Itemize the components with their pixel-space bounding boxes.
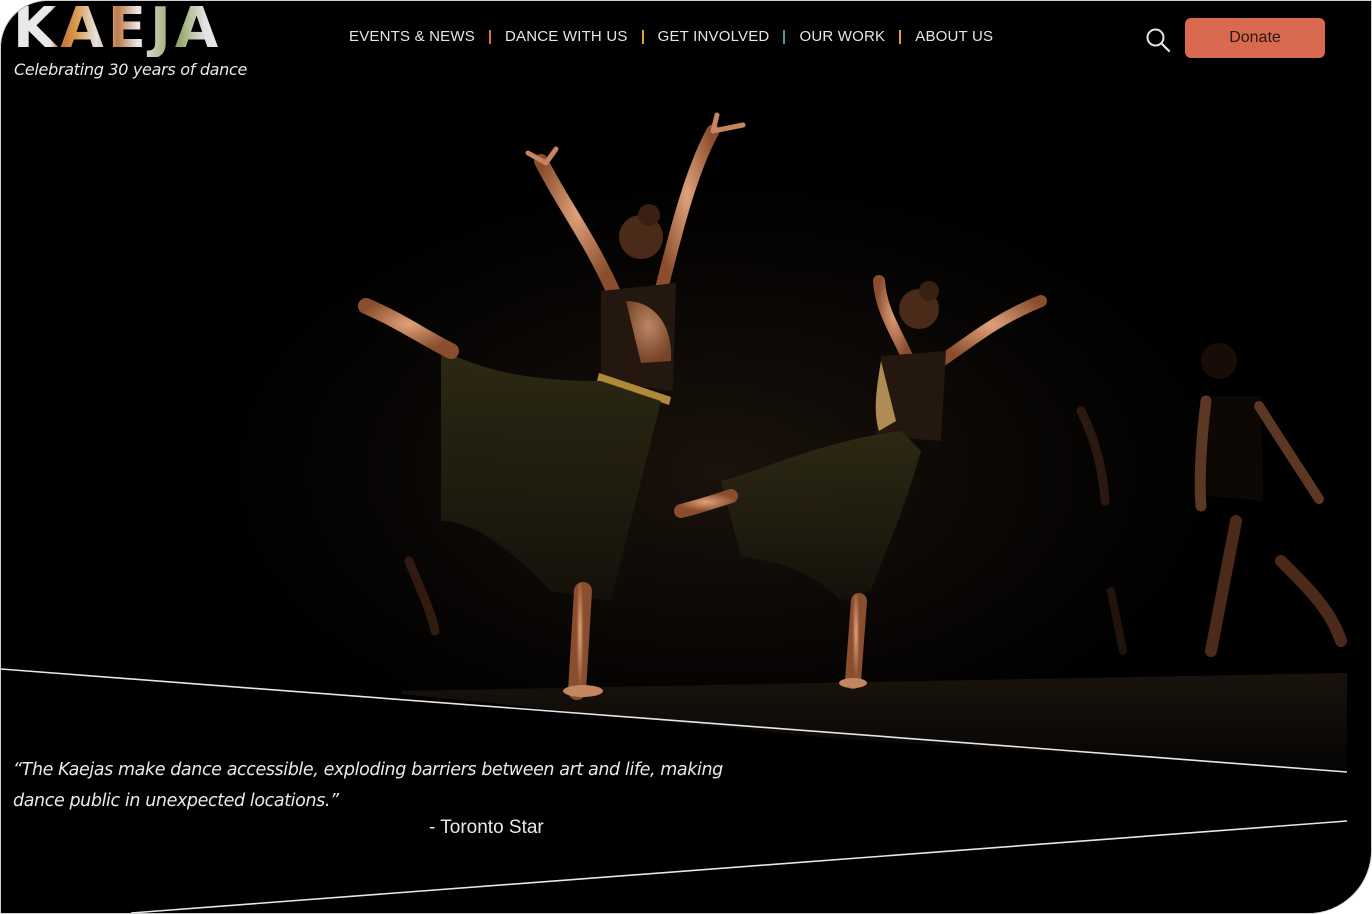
donate-button[interactable]: Donate <box>1185 18 1325 58</box>
dancer-1 <box>358 112 746 700</box>
page-frame: KAEJA Celebrating 30 years of dance EVEN… <box>0 0 1372 914</box>
nav-separator <box>641 29 644 44</box>
logo-wordmark[interactable]: KAEJA <box>13 1 222 57</box>
search-icon[interactable] <box>1145 27 1171 53</box>
main-nav: EVENTS & NEWS DANCE WITH US GET INVOLVED… <box>349 28 993 45</box>
nav-item-dance-with-us[interactable]: DANCE WITH US <box>505 28 628 45</box>
nav-item-get-involved[interactable]: GET INVOLVED <box>658 28 770 45</box>
nav-separator <box>488 29 491 44</box>
logo-tagline: Celebrating 30 years of dance <box>14 60 248 79</box>
hero-quote: “The Kaejas make dance accessible, explo… <box>13 760 723 811</box>
nav-item-about-us[interactable]: ABOUT US <box>915 28 993 45</box>
nav-item-events-news[interactable]: EVENTS & NEWS <box>349 28 475 45</box>
nav-separator <box>899 29 902 44</box>
nav-item-our-work[interactable]: OUR WORK <box>799 28 885 45</box>
quote-attribution: - Toronto Star <box>429 817 544 838</box>
nav-separator <box>783 29 786 44</box>
dancer-2 <box>674 275 1047 689</box>
logo[interactable]: KAEJA <box>13 1 222 57</box>
